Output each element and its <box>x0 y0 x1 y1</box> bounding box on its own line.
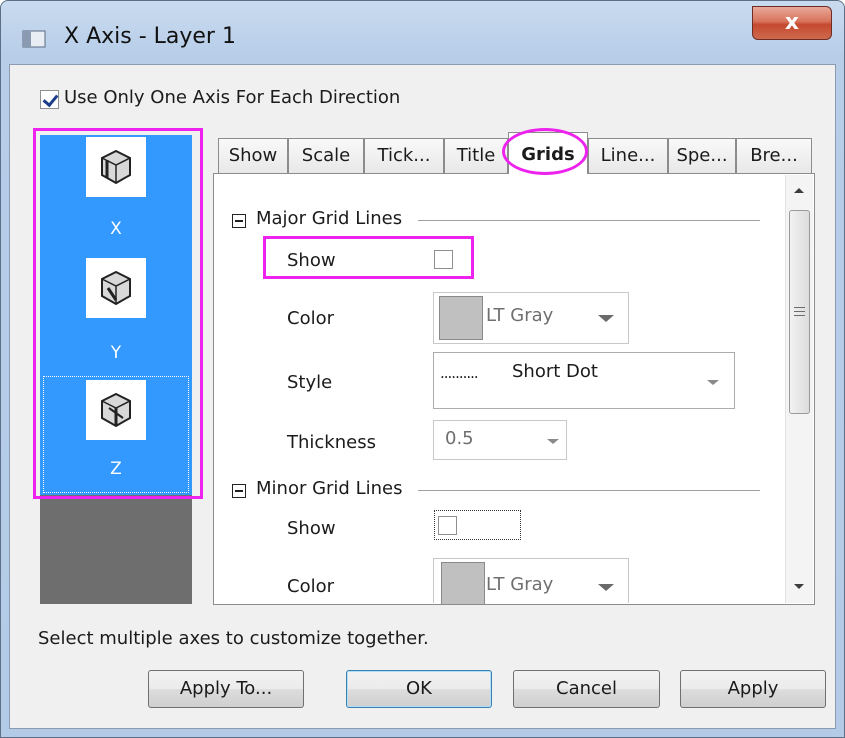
major-thickness-label: Thickness <box>287 432 376 453</box>
lt-gray-swatch <box>441 562 485 604</box>
minor-show-label: Show <box>287 518 336 539</box>
cancel-button[interactable]: Cancel <box>513 670 660 708</box>
window-title: X Axis - Layer 1 <box>64 24 236 49</box>
hint-text: Select multiple axes to customize togeth… <box>38 628 429 649</box>
major-color-value: LT Gray <box>486 305 554 326</box>
minor-color-value: LT Gray <box>486 574 554 595</box>
tab-scale[interactable]: Scale <box>288 138 364 173</box>
tab-tick[interactable]: Tick... <box>364 138 444 173</box>
close-icon[interactable]: x <box>785 10 799 35</box>
ok-button[interactable]: OK <box>346 670 492 708</box>
chevron-down-icon <box>598 584 614 591</box>
minor-group-line <box>418 490 760 491</box>
chevron-down-icon <box>598 315 614 322</box>
scroll-up-icon[interactable] <box>794 188 804 193</box>
tab-line[interactable]: Line... <box>588 138 668 173</box>
tab-title[interactable]: Title <box>444 138 508 173</box>
chevron-down-icon <box>547 439 559 444</box>
tab-special[interactable]: Spe... <box>668 138 736 173</box>
minor-group-title: Minor Grid Lines <box>256 478 403 499</box>
major-style-label: Style <box>287 372 333 393</box>
collapse-minor-icon[interactable] <box>232 484 246 498</box>
highlight-grids-tab <box>502 128 588 175</box>
scrollbar-thumb[interactable] <box>789 210 810 414</box>
collapse-major-icon[interactable] <box>232 214 246 228</box>
major-color-label: Color <box>287 308 334 329</box>
window-icon <box>22 28 48 50</box>
lt-gray-swatch <box>439 296 483 340</box>
chevron-down-icon <box>707 380 719 385</box>
major-style-value: Short Dot <box>512 361 598 382</box>
grip-line <box>794 307 805 308</box>
grip-line <box>794 311 805 312</box>
minor-show-focus-rect <box>434 510 521 540</box>
use-one-axis-label[interactable]: Use Only One Axis For Each Direction <box>64 87 400 108</box>
major-group-line <box>418 220 760 221</box>
grip-line <box>794 315 805 316</box>
use-one-axis-checkbox[interactable] <box>40 90 59 109</box>
apply-to-button[interactable]: Apply To... <box>148 670 304 708</box>
short-dot-preview: .......... <box>440 364 479 382</box>
major-thickness-value: 0.5 <box>445 428 474 449</box>
major-thickness-dropdown[interactable]: 0.5 <box>433 420 567 460</box>
tab-show[interactable]: Show <box>218 138 288 173</box>
highlight-major-show <box>263 236 474 279</box>
major-style-dropdown[interactable]: .......... Short Dot <box>433 352 735 409</box>
scroll-down-icon[interactable] <box>794 584 804 589</box>
apply-button[interactable]: Apply <box>680 670 826 708</box>
major-group-title: Major Grid Lines <box>256 208 403 229</box>
minor-color-label: Color <box>287 576 334 597</box>
close-button[interactable]: x <box>752 6 832 40</box>
major-color-dropdown[interactable]: LT Gray <box>433 292 629 344</box>
minor-color-dropdown[interactable]: LT Gray <box>433 558 629 604</box>
tab-breaks[interactable]: Bre... <box>736 138 812 173</box>
highlight-axis-list <box>33 128 203 499</box>
